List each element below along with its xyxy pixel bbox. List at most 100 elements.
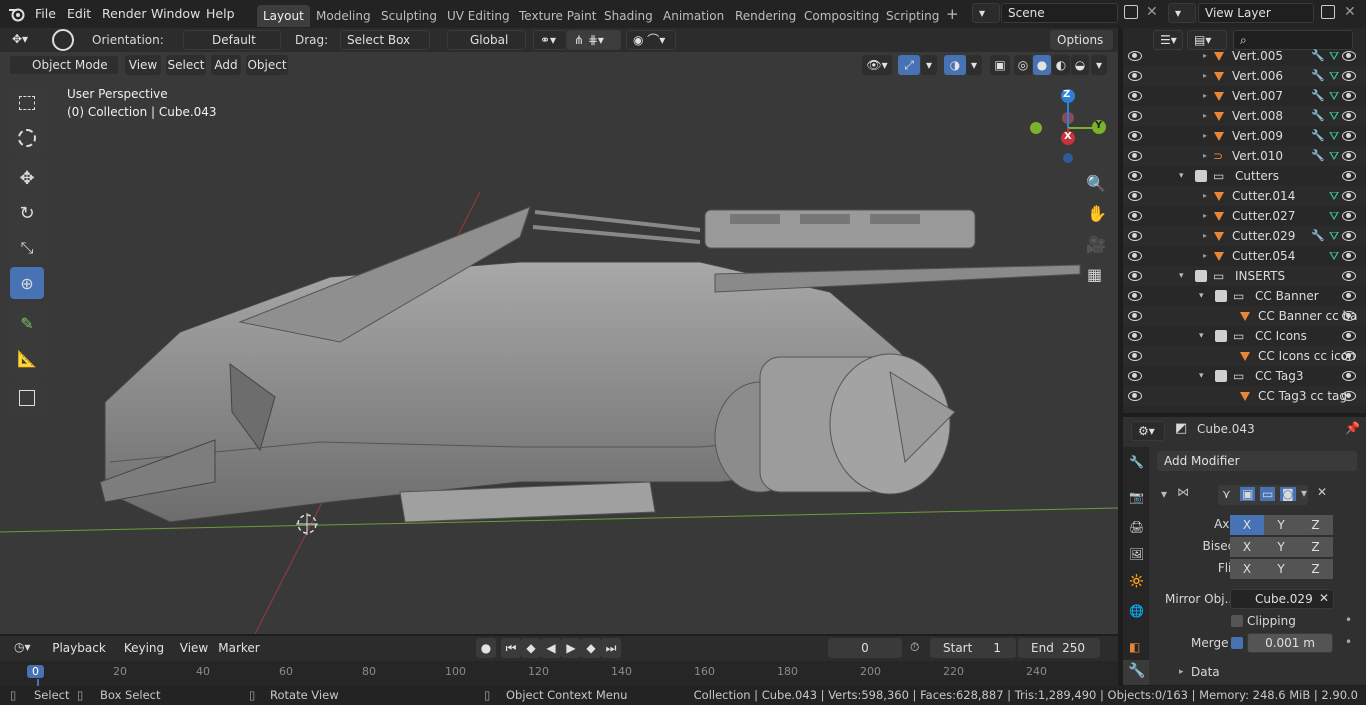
- jump-start-icon[interactable]: ⏮: [501, 638, 521, 658]
- data-expand-icon[interactable]: ▸: [1179, 667, 1184, 677]
- visibility-eye-icon[interactable]: [1342, 311, 1356, 321]
- pivot-point-icon[interactable]: ⚭▾: [533, 30, 567, 50]
- clipping-keyframe-icon[interactable]: •: [1345, 613, 1352, 627]
- menu-window[interactable]: Window: [151, 5, 200, 23]
- tab-uv-editing[interactable]: UV Editing: [441, 5, 516, 27]
- add-workspace-button[interactable]: +: [946, 5, 959, 23]
- rotate-tool[interactable]: ↻: [10, 197, 44, 229]
- object-tab-icon[interactable]: ◧: [1129, 640, 1140, 654]
- outliner-row[interactable]: ▸ ⛛ Cutter.054: [1123, 246, 1366, 266]
- visibility-eye-icon[interactable]: [1128, 371, 1142, 381]
- outliner-row[interactable]: ▾ ▭ Cutters: [1123, 166, 1366, 186]
- collection-checkbox[interactable]: [1195, 270, 1207, 282]
- pin-icon[interactable]: 📌: [1345, 421, 1360, 435]
- menu-render[interactable]: Render: [102, 5, 147, 23]
- annotate-tool[interactable]: ✎: [10, 307, 44, 339]
- visibility-eye-icon[interactable]: [1128, 171, 1142, 181]
- modifier-menu-icon[interactable]: ▾: [1301, 486, 1307, 500]
- mirror-object-clear-icon[interactable]: ✕: [1319, 591, 1329, 605]
- expand-icon[interactable]: ▸: [1203, 206, 1207, 226]
- axis-z-toggle[interactable]: Z: [1298, 515, 1333, 535]
- outliner-row[interactable]: ▾ ▭ INSERTS: [1123, 266, 1366, 286]
- vertex-group-icon[interactable]: ⛛: [1329, 246, 1339, 266]
- tab-rendering[interactable]: Rendering: [729, 5, 802, 27]
- tab-layout[interactable]: Layout: [257, 5, 310, 27]
- camera-icon[interactable]: 🎥: [1086, 235, 1106, 254]
- visibility-eye-icon[interactable]: [1342, 111, 1356, 121]
- merge-checkbox[interactable]: [1231, 637, 1243, 649]
- next-keyframe-icon[interactable]: ◆: [581, 638, 601, 658]
- jump-end-icon[interactable]: ⏭: [601, 638, 621, 658]
- tab-compositing[interactable]: Compositing: [798, 5, 885, 27]
- outliner-row[interactable]: ▾ ▭ CC Tag3: [1123, 366, 1366, 386]
- expand-icon[interactable]: ▸: [1203, 126, 1207, 146]
- tab-sculpting[interactable]: Sculpting: [375, 5, 443, 27]
- outliner-row[interactable]: CC Icons cc icon: [1123, 346, 1366, 366]
- visibility-eye-icon[interactable]: [1342, 351, 1356, 361]
- menu-select[interactable]: Select: [166, 55, 206, 75]
- outliner-row[interactable]: ▸ 🔧 ⛛ Cutter.029: [1123, 226, 1366, 246]
- outliner-row[interactable]: ▸ ⛛ Cutter.027: [1123, 206, 1366, 226]
- render-tab-icon[interactable]: 📷: [1129, 490, 1144, 504]
- vertex-group-icon[interactable]: ⛛: [1329, 126, 1339, 146]
- playhead-line[interactable]: [37, 679, 39, 686]
- scale-tool[interactable]: ⤡: [10, 232, 44, 264]
- select-box-tool[interactable]: [10, 87, 44, 119]
- blender-logo-icon[interactable]: [8, 6, 26, 22]
- record-icon[interactable]: ●: [476, 638, 496, 658]
- delete-scene-icon[interactable]: ✕: [1146, 4, 1158, 20]
- options-dropdown[interactable]: Options: [1050, 30, 1113, 50]
- clipping-checkbox[interactable]: [1231, 615, 1243, 627]
- visibility-eye-icon[interactable]: [1342, 71, 1356, 81]
- visibility-eye-icon[interactable]: [1342, 331, 1356, 341]
- expand-icon[interactable]: ▾: [1179, 166, 1184, 186]
- modifier-display-toggles[interactable]: ⋎ ▣ ▭ ◙: [1218, 485, 1308, 505]
- outliner-row[interactable]: ▸ 🔧 ⛛ Vert.005: [1123, 46, 1366, 66]
- menu-add[interactable]: Add: [211, 55, 241, 75]
- vertex-group-icon[interactable]: ⛛: [1329, 66, 1339, 86]
- play-icon[interactable]: ▶: [561, 638, 581, 658]
- visibility-eye-icon[interactable]: [1128, 111, 1142, 121]
- prev-keyframe-icon[interactable]: ◆: [521, 638, 541, 658]
- vertex-group-icon[interactable]: ⛛: [1329, 186, 1339, 206]
- menu-timeline-view[interactable]: View: [176, 638, 212, 658]
- output-tab-icon[interactable]: 🖨: [1129, 520, 1144, 534]
- tab-modeling[interactable]: Modeling: [310, 5, 377, 27]
- expand-icon[interactable]: ▸: [1203, 146, 1207, 166]
- drag-dropdown[interactable]: Select Box: [340, 30, 430, 50]
- modifier-remove-icon[interactable]: ✕: [1317, 485, 1327, 499]
- visibility-eye-icon[interactable]: [1128, 311, 1142, 321]
- xray-icon[interactable]: ▣: [990, 55, 1010, 75]
- view-layer-field[interactable]: View Layer: [1198, 3, 1314, 23]
- rendered-shading-icon[interactable]: ◒: [1071, 55, 1089, 75]
- gizmo-z-label[interactable]: Z: [1063, 89, 1070, 100]
- zoom-icon[interactable]: 🔍: [1086, 174, 1106, 193]
- outliner-row[interactable]: ▾ ▭ CC Banner: [1123, 286, 1366, 306]
- visibility-eye-icon[interactable]: [1342, 231, 1356, 241]
- outliner-row[interactable]: ▸ 🔧 ⛛ Vert.007: [1123, 86, 1366, 106]
- collection-checkbox[interactable]: [1215, 330, 1227, 342]
- view-layer-tab-icon[interactable]: 🖼: [1129, 547, 1144, 561]
- vertex-group-icon[interactable]: ⛛: [1329, 46, 1339, 66]
- modifier-icon[interactable]: 🔧: [1311, 66, 1325, 86]
- visibility-eye-icon[interactable]: [1342, 211, 1356, 221]
- gizmo-y-label[interactable]: Y: [1095, 120, 1102, 131]
- add-modifier-dropdown[interactable]: Add Modifier: [1157, 451, 1357, 471]
- vertex-group-icon[interactable]: ⛛: [1329, 226, 1339, 246]
- move-tool[interactable]: ✥: [10, 162, 44, 194]
- outliner-row[interactable]: ▸ 🔧 ⛛ Vert.006: [1123, 66, 1366, 86]
- visibility-eye-icon[interactable]: [1128, 231, 1142, 241]
- material-shading-icon[interactable]: ◐: [1052, 55, 1070, 75]
- visibility-eye-icon[interactable]: [1342, 171, 1356, 181]
- visibility-eye-icon[interactable]: [1342, 251, 1356, 261]
- menu-keying[interactable]: Keying: [114, 638, 174, 658]
- orientation-dropdown[interactable]: Default: [183, 30, 281, 50]
- start-frame-field[interactable]: Start 1: [930, 638, 1016, 658]
- visibility-icon[interactable]: 👁▾: [862, 55, 892, 75]
- timeline-ruler[interactable]: 0 20 40 60 80 100 120 140 160 180 200 220 240: [0, 661, 1118, 686]
- tab-shading[interactable]: Shading: [598, 5, 659, 27]
- expand-icon[interactable]: ▸: [1203, 186, 1207, 206]
- merge-keyframe-icon[interactable]: •: [1345, 635, 1352, 649]
- outliner-row[interactable]: ▸ 🔧 ⛛ Vert.009: [1123, 126, 1366, 146]
- expand-icon[interactable]: ▸: [1203, 86, 1207, 106]
